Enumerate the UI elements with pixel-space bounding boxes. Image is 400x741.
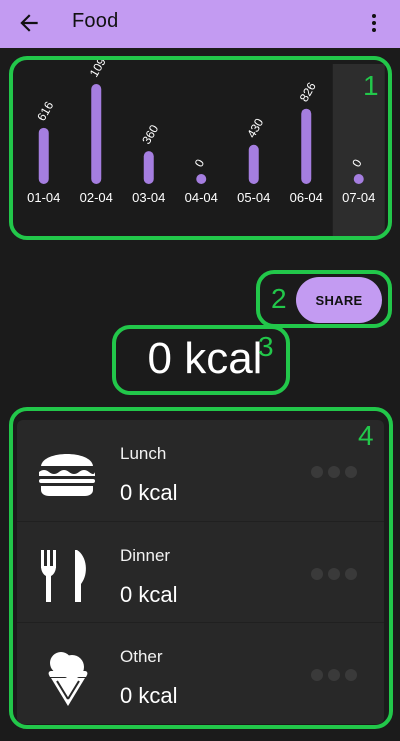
annotation-box-4 <box>9 407 393 729</box>
annotation-label-3: 3 <box>258 331 274 362</box>
annotation-box-1 <box>9 56 392 240</box>
page-title: Food <box>72 10 119 32</box>
annotation-label-4: 4 <box>358 420 374 451</box>
annotation-label-2: 2 <box>271 283 287 314</box>
arrow-left-icon[interactable] <box>16 10 42 36</box>
annotation-label-1: 1 <box>363 70 379 101</box>
app-bar: Food <box>0 0 400 48</box>
more-vertical-icon[interactable] <box>362 11 386 35</box>
